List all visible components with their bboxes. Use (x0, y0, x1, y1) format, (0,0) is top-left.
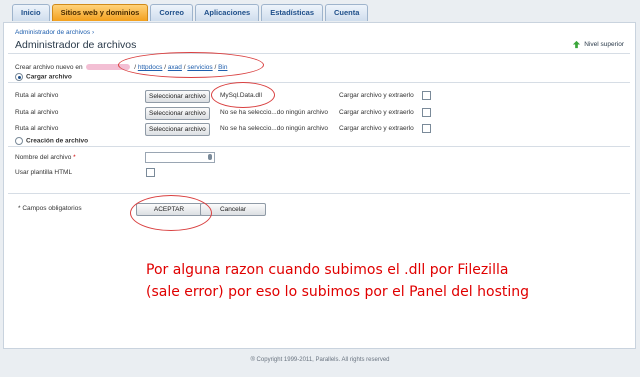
file-name-input[interactable] (145, 152, 215, 163)
select-file-button-3[interactable]: Seleccionar archivo (145, 123, 210, 136)
extract-label-1: Cargar archivo y extraerlo (339, 92, 414, 99)
up-arrow-icon (573, 40, 581, 49)
extract-label-3: Cargar archivo y extraerlo (339, 125, 414, 132)
tab-cuenta[interactable]: Cuenta (325, 4, 369, 21)
create-section-title: Creación de archivo (26, 137, 89, 145)
selected-file-name-3: No se ha seleccio...do ningún archivo (220, 125, 329, 132)
create-radio[interactable] (15, 137, 23, 145)
divider (8, 53, 630, 54)
divider (8, 146, 630, 147)
html-template-label: Usar plantilla HTML (15, 169, 73, 176)
tab-sitios-web-y-dominios[interactable]: Sitios web y dominios (51, 4, 149, 21)
upload-section-header[interactable]: Cargar archivo (15, 73, 72, 81)
file-path-label-1: Ruta al archivo (15, 92, 59, 99)
annotation-circle-file (211, 82, 275, 108)
path-prefix: Crear archivo nuevo en (15, 64, 83, 71)
annotation-circle-path (118, 52, 264, 78)
up-level-label: Nivel superior (584, 41, 624, 48)
microphone-icon (208, 154, 212, 160)
required-star: * (73, 154, 76, 161)
page-title: Administrador de archivos (15, 39, 137, 51)
divider (8, 82, 630, 83)
file-path-label-2: Ruta al archivo (15, 109, 59, 116)
html-template-checkbox[interactable] (146, 168, 155, 177)
extract-checkbox-2[interactable] (422, 108, 431, 117)
annotation-line-1: Por alguna razon cuando subimos el .dll … (146, 262, 509, 278)
required-fields-note: * Campos obligatorios (18, 205, 82, 212)
tab-inicio[interactable]: Inicio (12, 4, 50, 21)
file-name-label: Nombre del archivo * (15, 154, 76, 161)
upload-radio[interactable] (15, 73, 23, 81)
tab-aplicaciones[interactable]: Aplicaciones (194, 4, 260, 21)
tab-correo[interactable]: Correo (150, 4, 193, 21)
create-section-header[interactable]: Creación de archivo (15, 137, 88, 145)
tab-estadisticas[interactable]: Estadísticas (261, 4, 324, 21)
breadcrumb[interactable]: Administrador de archivos › (15, 29, 94, 36)
annotation-line-2: (sale error) por eso lo subimos por el P… (146, 284, 530, 300)
extract-checkbox-3[interactable] (422, 124, 431, 133)
top-navigation-bar: Inicio Sitios web y dominios Correo Apli… (0, 0, 640, 22)
footer-copyright: ® Copyright 1999-2011, Parallels. All ri… (250, 357, 390, 363)
select-file-button-2[interactable]: Seleccionar archivo (145, 107, 210, 120)
selected-file-name-2: No se ha seleccio...do ningún archivo (220, 109, 329, 116)
file-name-label-text: Nombre del archivo (15, 154, 72, 161)
divider (8, 193, 630, 194)
annotation-circle-accept (130, 195, 212, 231)
file-path-label-3: Ruta al archivo (15, 125, 59, 132)
extract-label-2: Cargar archivo y extraerlo (339, 109, 414, 116)
main-tabs: Inicio Sitios web y dominios Correo Apli… (12, 4, 369, 22)
up-level-link[interactable]: Nivel superior (572, 40, 624, 49)
extract-checkbox-1[interactable] (422, 91, 431, 100)
upload-section-title: Cargar archivo (26, 73, 72, 81)
annotation-text: Por alguna razon cuando subimos el .dll … (146, 259, 596, 303)
select-file-button-1[interactable]: Seleccionar archivo (145, 90, 210, 103)
